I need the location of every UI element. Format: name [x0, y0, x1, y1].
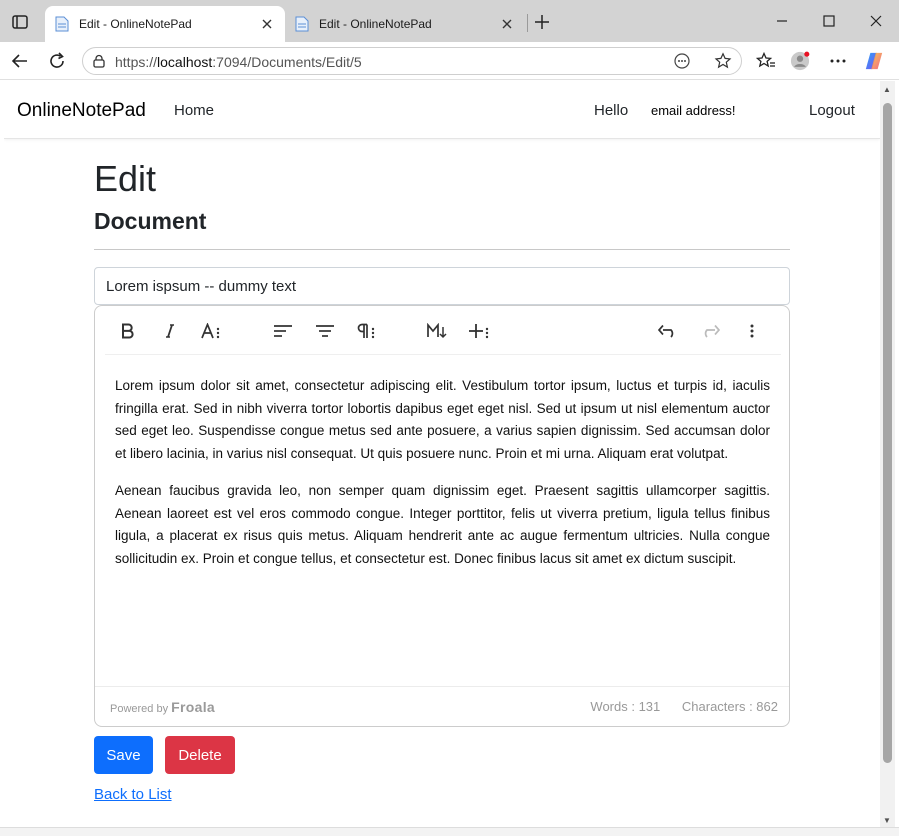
markdown-icon[interactable]	[425, 318, 451, 344]
editor-content[interactable]: Lorem ipsum dolor sit amet, consectetur …	[115, 375, 770, 585]
navbar-brand[interactable]: OnlineNotePad	[17, 100, 146, 122]
maximize-icon[interactable]	[818, 10, 840, 32]
editor-footer: Powered by Froala Words : 131 Characters…	[95, 686, 789, 726]
divider	[94, 249, 790, 250]
copilot-icon[interactable]	[864, 51, 884, 71]
rich-text-editor: Lorem ipsum dolor sit amet, consectetur …	[94, 305, 790, 727]
scroll-down-arrow-icon[interactable]: ▼	[883, 816, 891, 825]
froala-logo: Froala	[171, 699, 215, 715]
tab-title: Edit - OnlineNotePad	[79, 17, 192, 31]
nav-hello-text: Hello	[594, 102, 629, 119]
redo-icon[interactable]	[697, 318, 723, 344]
url-text: https://localhost:7094/Documents/Edit/5	[115, 54, 362, 70]
paragraph-format-icon[interactable]	[354, 318, 380, 344]
browser-tab-bar: Edit - OnlineNotePad Edit - OnlineNotePa…	[0, 0, 899, 42]
minimize-icon[interactable]	[771, 10, 793, 32]
nav-logout-button[interactable]: Logout	[809, 102, 855, 119]
refresh-icon[interactable]	[47, 51, 67, 71]
page-scrollbar[interactable]: ▲ ▼	[880, 81, 895, 827]
document-favicon-icon	[295, 16, 309, 32]
browser-tab-active[interactable]: Edit - OnlineNotePad	[45, 6, 285, 42]
reader-mode-icon[interactable]	[673, 52, 691, 70]
favorites-icon[interactable]	[756, 51, 776, 71]
word-count: Words : 131	[590, 699, 661, 714]
powered-by[interactable]: Powered by Froala	[110, 699, 215, 715]
back-to-list-link[interactable]: Back to List	[94, 786, 172, 803]
close-window-icon[interactable]	[865, 10, 887, 32]
document-title-input[interactable]	[94, 267, 790, 305]
align-left-icon[interactable]	[270, 318, 296, 344]
browser-address-bar: https://localhost:7094/Documents/Edit/5	[0, 42, 899, 80]
editor-toolbar	[105, 306, 781, 355]
new-tab-icon[interactable]	[532, 12, 552, 32]
nav-user-email[interactable]: email address!	[651, 103, 736, 118]
page-title: Edit	[94, 158, 157, 199]
page-subtitle: Document	[94, 208, 207, 234]
profile-avatar-icon[interactable]	[790, 51, 810, 71]
nav-link-home[interactable]: Home	[174, 102, 214, 119]
page-viewport: OnlineNotePad Home Hello email address! …	[4, 81, 880, 827]
bold-icon[interactable]	[115, 318, 141, 344]
save-button[interactable]: Save	[94, 736, 153, 774]
tab-separator	[527, 14, 528, 32]
tab-actions-icon[interactable]	[10, 12, 30, 32]
insert-more-icon[interactable]	[467, 318, 493, 344]
more-menu-icon[interactable]	[828, 51, 848, 71]
url-field[interactable]: https://localhost:7094/Documents/Edit/5	[82, 47, 742, 75]
browser-tab-inactive[interactable]: Edit - OnlineNotePad	[285, 6, 525, 42]
close-tab-icon[interactable]	[499, 16, 515, 32]
editor-counts: Words : 131 Characters : 862	[572, 699, 778, 714]
align-center-icon[interactable]	[312, 318, 338, 344]
editor-paragraph[interactable]: Lorem ipsum dolor sit amet, consectetur …	[115, 375, 770, 465]
close-tab-icon[interactable]	[259, 16, 275, 32]
site-navbar: OnlineNotePad Home Hello email address! …	[4, 81, 880, 139]
scroll-up-arrow-icon[interactable]: ▲	[883, 85, 891, 94]
italic-icon[interactable]	[157, 318, 183, 344]
lock-icon[interactable]	[92, 54, 106, 68]
tab-title: Edit - OnlineNotePad	[319, 17, 432, 31]
scroll-thumb[interactable]	[883, 103, 892, 763]
powered-by-text: Powered by	[110, 703, 169, 715]
back-arrow-icon[interactable]	[10, 51, 30, 71]
undo-icon[interactable]	[655, 318, 681, 344]
editor-paragraph[interactable]: Aenean faucibus gravida leo, non semper …	[115, 480, 770, 570]
window-bottom-edge	[0, 827, 899, 836]
character-count: Characters : 862	[681, 699, 778, 714]
text-format-icon[interactable]	[199, 318, 225, 344]
document-favicon-icon	[55, 16, 69, 32]
more-options-icon[interactable]	[739, 318, 765, 344]
delete-button[interactable]: Delete	[165, 736, 235, 774]
favorite-star-icon[interactable]	[714, 52, 732, 70]
